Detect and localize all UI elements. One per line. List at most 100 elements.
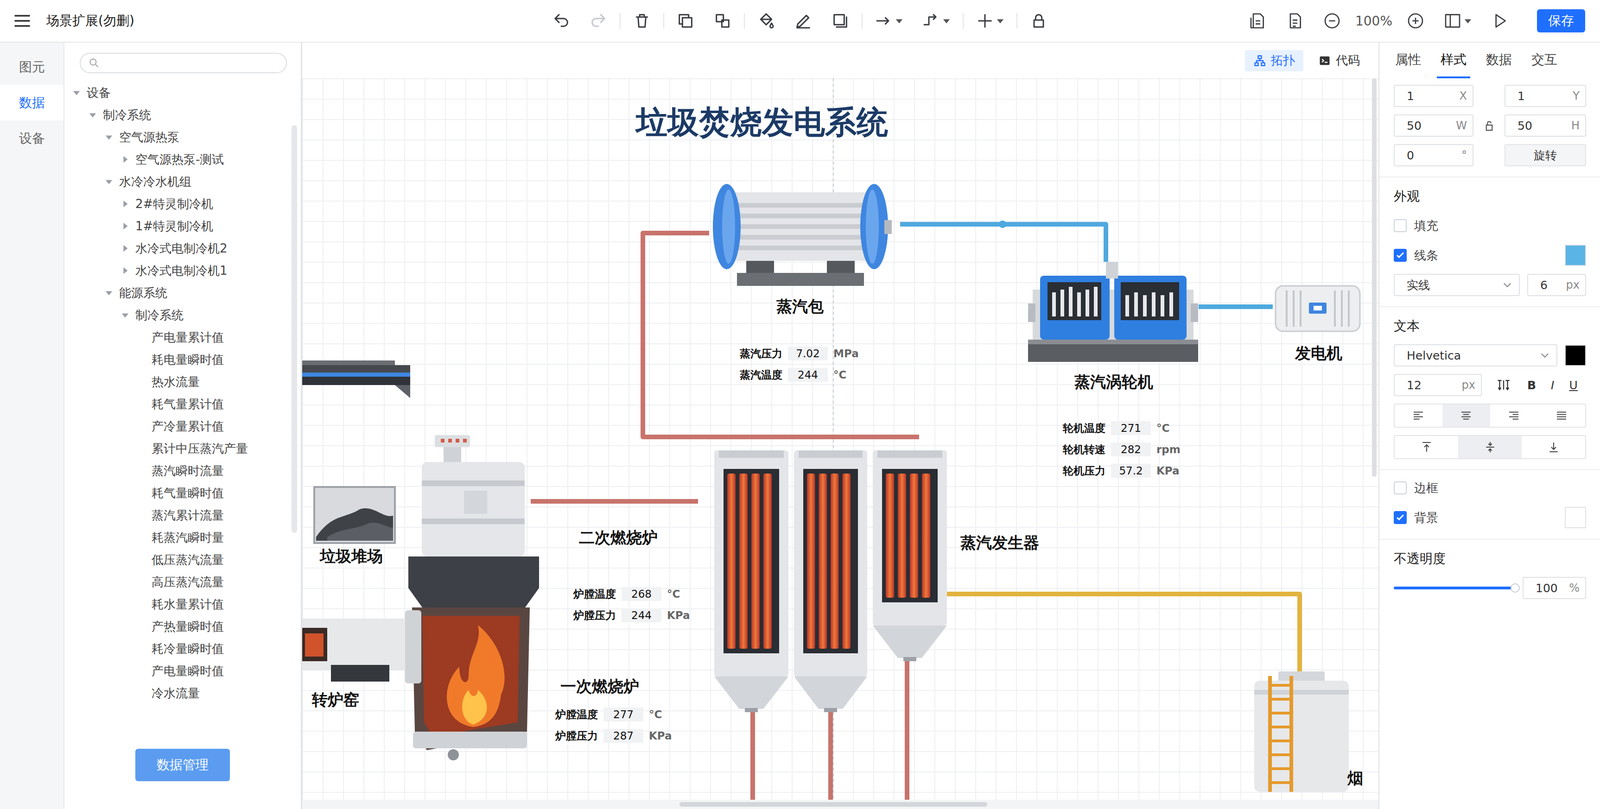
checkbox[interactable] [1393,219,1407,233]
tree-item[interactable]: 耗气量瞬时值 [64,482,301,505]
tree-toggle[interactable] [119,198,131,210]
tree-toggle[interactable] [119,265,131,277]
tree-item[interactable]: 能源系统 [64,281,301,305]
scroll-thumb[interactable] [679,802,988,807]
toolbar-button[interactable] [912,6,960,35]
lock-icon[interactable] [1482,118,1497,133]
checkbox[interactable] [1393,248,1407,262]
rail-tab[interactable]: 图元 [0,49,64,85]
toolbar-button[interactable] [579,6,617,35]
tree-item[interactable]: 产热量瞬时值 [64,615,301,638]
tree-toggle[interactable] [103,176,115,188]
x-field[interactable]: 1X [1393,84,1474,108]
pipe[interactable] [750,712,756,800]
menu-icon[interactable] [12,10,33,32]
tree-item[interactable]: 累计中压蒸汽产量 [64,437,301,460]
view-button[interactable] [1313,6,1351,35]
save-button[interactable]: 保存 [1536,9,1586,33]
height-field[interactable]: 50H [1504,114,1587,137]
tree-item[interactable]: 耗水量累计值 [64,593,301,616]
incinerator-icon[interactable] [408,435,540,762]
toolbar-button[interactable] [821,6,859,35]
pipe[interactable] [530,499,699,504]
diagram-canvas[interactable]: 垃圾焚烧发电系统 蒸汽包 蒸汽压力 7.02 MPa蒸汽温度 244 °C 蒸汽… [302,78,1379,800]
rotary-kiln-icon[interactable] [302,610,422,684]
valign-button[interactable] [1394,436,1459,459]
border-row[interactable]: 边框 [1393,476,1587,500]
font-size-field[interactable]: 12px [1393,374,1482,397]
font-select[interactable]: Helvetica [1393,344,1558,367]
turbine-icon[interactable] [1028,261,1199,362]
rail-tab[interactable]: 设备 [0,120,64,157]
toolbar-button[interactable] [747,6,785,35]
tree-item[interactable]: 产电量瞬时值 [64,660,301,683]
tree-toggle[interactable] [119,153,131,166]
background-color-swatch[interactable] [1564,507,1587,529]
valign-button[interactable] [1458,436,1522,459]
view-button[interactable] [1481,6,1519,35]
toolbar-button[interactable] [704,6,742,35]
tree-item[interactable]: 冷水流量 [64,682,301,705]
opacity-field[interactable]: 100% [1522,577,1587,600]
toolbar-button[interactable] [542,6,580,35]
view-button[interactable] [1276,6,1314,35]
rail-tab[interactable]: 数据 [0,84,64,121]
pipe[interactable] [900,224,1106,262]
mode-button[interactable]: 代码 [1309,50,1369,72]
data-manage-button[interactable]: 数据管理 [135,749,230,782]
view-button[interactable] [1239,6,1277,35]
tree-toggle[interactable] [87,109,99,121]
chimney-tank-icon[interactable] [1250,671,1353,793]
steam-drum-icon[interactable] [709,182,892,288]
toolbar-button[interactable] [1020,6,1058,35]
tree-item[interactable]: 空气源热泵-测试 [64,148,301,171]
y-field[interactable]: 1Y [1504,84,1587,108]
tree-item[interactable]: 耗冷量瞬时值 [64,637,301,661]
view-button[interactable] [1434,6,1482,35]
toolbar-button[interactable] [623,6,661,35]
tree-item[interactable]: 产冷量累计值 [64,415,301,438]
tree-item[interactable]: 低压蒸汽流量 [64,548,301,572]
canvas-vertical-scrollbar[interactable] [1371,78,1377,477]
valign-button[interactable] [1521,436,1586,459]
toolbar-button[interactable] [784,6,822,35]
background-row[interactable]: 背景 [1393,506,1587,529]
tree-toggle[interactable] [70,87,83,99]
mode-button[interactable]: 拓扑 [1244,50,1304,72]
tree-item[interactable]: 制冷系统 [64,103,301,127]
align-button[interactable] [1394,404,1443,427]
tree-toggle[interactable] [103,131,115,143]
tree-toggle[interactable] [103,287,115,299]
tree-item[interactable]: 蒸汽累计流量 [64,504,301,527]
pipe[interactable] [946,594,1300,672]
tree-item[interactable]: 设备 [64,81,301,104]
rotate-button[interactable]: 旋转 [1504,144,1587,167]
text-style-button[interactable]: B [1523,378,1540,393]
pipe[interactable] [1198,304,1273,310]
opacity-slider[interactable] [1393,581,1516,596]
text-style-button[interactable]: I [1547,378,1558,393]
search-field[interactable] [79,52,287,74]
align-button[interactable] [1442,404,1491,427]
tree-item[interactable]: 热水流量 [64,370,301,394]
slider-knob[interactable] [1510,583,1520,593]
text-style-button[interactable]: U [1565,378,1581,393]
align-button[interactable] [1537,404,1586,427]
view-button[interactable] [1396,6,1435,35]
toolbar-button[interactable] [865,6,913,35]
tree-item[interactable]: 水冷冷水机组 [64,170,301,193]
tree-item[interactable]: 空气源热泵 [64,126,301,149]
stroke-color-swatch[interactable] [1564,244,1587,267]
tree-item[interactable]: 2#特灵制冷机 [64,192,301,216]
tree-item[interactable]: 耗气量累计值 [64,393,301,416]
tree-toggle[interactable] [119,309,131,321]
property-tab[interactable]: 样式 [1436,42,1471,79]
pipe[interactable] [828,712,833,800]
checkbox[interactable] [1393,481,1407,495]
width-field[interactable]: 50W [1393,114,1474,137]
generator-icon[interactable] [1272,282,1363,336]
tree-item[interactable]: 制冷系统 [64,304,301,327]
tree-scrollbar[interactable] [291,125,298,534]
tree-item[interactable]: 1#特灵制冷机 [64,215,301,238]
tree-toggle[interactable] [119,220,131,232]
